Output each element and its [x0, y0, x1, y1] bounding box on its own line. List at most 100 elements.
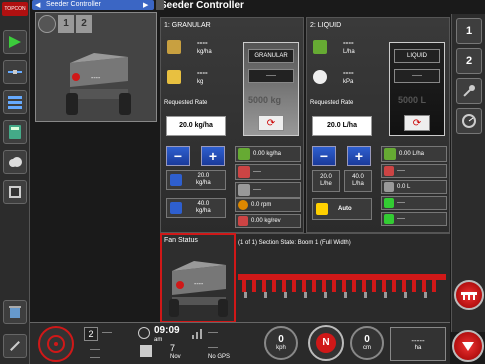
- granular-preset-1-value: 20.0: [197, 173, 210, 179]
- liquid-preset-1[interactable]: 20.0 L/he: [312, 170, 340, 192]
- fan-icon: [238, 200, 248, 210]
- status-dash-3: -----: [90, 355, 100, 361]
- section-state-label: (1 of 1) Section State: Boom 1 (Full Wid…: [238, 240, 351, 246]
- breadcrumb[interactable]: ◀ Seeder Controller ▶: [32, 0, 154, 10]
- nozzle-icon: [384, 214, 394, 224]
- granular-preset-1-unit: kg/ha: [196, 180, 211, 186]
- tab-1[interactable]: 1: [58, 15, 74, 33]
- liquid-panel: 2: LIQUID ---- L/ha ---- kPa Requested R…: [306, 17, 450, 233]
- meter-icon: [384, 166, 394, 176]
- pressure-gauge-icon: [313, 70, 327, 84]
- sprayer-icon: [384, 198, 394, 208]
- guidance-button[interactable]: [3, 30, 27, 54]
- liquid-decrease-button[interactable]: −: [312, 146, 336, 166]
- liquid-info-row-5: ----: [381, 212, 447, 226]
- granular-requested-rate[interactable]: 20.0 kg/ha: [166, 116, 226, 136]
- heading-gauge: 0 cm: [350, 326, 384, 360]
- film-button[interactable]: [3, 180, 27, 204]
- granular-preset-2-value: 40.0: [197, 201, 210, 207]
- steering-wheel-icon: [47, 335, 65, 353]
- calendar-icon: [140, 345, 152, 357]
- right-tab-2[interactable]: 2: [456, 48, 482, 74]
- fan-status-value: ----: [194, 281, 204, 288]
- granular-mass-unit: kg: [197, 79, 204, 85]
- status-dash-1: -----: [102, 330, 112, 336]
- liquid-preset-2[interactable]: 40.0 L/ha: [344, 170, 372, 192]
- liquid-pressure-unit: kPa: [343, 79, 354, 85]
- recycle-button[interactable]: [3, 300, 27, 324]
- granular-actual-rate-row: 0.00 kg/ha: [235, 146, 301, 162]
- liquid-requested-rate[interactable]: 20.0 L/ha: [312, 116, 372, 136]
- liquid-preset-1-value: 20.0: [320, 174, 332, 180]
- back-arrow-icon: ◀: [35, 2, 41, 9]
- granular-increase-button[interactable]: +: [201, 146, 225, 166]
- liquid-refresh-button[interactable]: ⟳: [404, 115, 430, 131]
- seed-icon: [238, 148, 250, 160]
- gear-icon: [238, 216, 248, 226]
- fan-status-panel[interactable]: Fan Status ----: [160, 233, 236, 323]
- granular-preset-2-unit: kg/ha: [196, 208, 211, 214]
- app-title: Seeder Controller: [160, 0, 244, 11]
- compass-button[interactable]: N: [308, 325, 344, 361]
- liquid-drop-icon: [313, 40, 327, 54]
- granular-refresh-button[interactable]: ⟳: [258, 115, 284, 131]
- cloud-button[interactable]: [3, 150, 27, 174]
- granular-decrease-button[interactable]: −: [166, 146, 190, 166]
- breadcrumb-label: Seeder Controller: [46, 1, 101, 8]
- bin-icon: [9, 306, 21, 318]
- mini-preview-panel[interactable]: 1 2 ----: [35, 12, 157, 122]
- granular-info-row-3: ----: [235, 182, 301, 198]
- boom-sections[interactable]: [238, 270, 448, 302]
- liquid-auto-button[interactable]: Auto: [312, 198, 372, 220]
- granular-preset-2[interactable]: 40.0 kg/ha: [166, 198, 226, 218]
- gauge-button[interactable]: [456, 108, 482, 134]
- alarm-icon: [462, 342, 474, 351]
- granular-panel: 1: GRANULAR ---- kg/ha ---- kg Requested…: [160, 17, 304, 233]
- master-switch-button[interactable]: [454, 280, 484, 310]
- meter-icon: [238, 166, 250, 178]
- cart-icon: [238, 184, 250, 196]
- granular-preset-1[interactable]: 20.0 kg/ha: [166, 170, 226, 190]
- chevron-right-icon: ▶: [143, 2, 149, 9]
- topcon-logo: TOPCON: [2, 2, 28, 16]
- wrench-icon: [10, 341, 20, 351]
- tab-2[interactable]: 2: [76, 15, 92, 33]
- date-day: 7: [170, 343, 176, 353]
- bag-icon: [167, 70, 181, 84]
- tools-button[interactable]: [456, 78, 482, 104]
- satellite-button[interactable]: [3, 60, 27, 84]
- compass-north: N: [316, 333, 336, 353]
- steering-button[interactable]: [38, 326, 74, 362]
- liquid-volume-row: 0.0 L: [381, 180, 447, 194]
- layers-icon: [8, 96, 22, 109]
- fan-status-label: Fan Status: [164, 237, 198, 244]
- section-state-panel: (1 of 1) Section State: Boom 1 (Full Wid…: [236, 233, 450, 323]
- granular-mass-value: ----: [197, 68, 208, 77]
- liquid-rate-value: ----: [343, 38, 354, 47]
- liquid-pressure-value: ----: [343, 68, 354, 77]
- liquid-info-row-2: ----: [381, 164, 447, 178]
- liquid-info-row-4: ----: [381, 196, 447, 210]
- granular-product-label: GRANULAR: [248, 49, 294, 63]
- film-icon: [9, 186, 21, 198]
- calculator-button[interactable]: [3, 120, 27, 144]
- gear-icon: [170, 174, 182, 186]
- liquid-preset-2-value: 40.0: [352, 174, 364, 180]
- arrow-icon: [9, 36, 21, 48]
- status-dash-4: -----: [208, 330, 218, 336]
- settings-button[interactable]: [3, 334, 27, 358]
- granular-tank: GRANULAR ----- 5000 kg ⟳: [243, 42, 299, 136]
- liquid-actual-rate-row: 0.00 L/ha: [381, 146, 447, 162]
- right-tab-1[interactable]: 1: [456, 18, 482, 44]
- layers-button[interactable]: [3, 90, 27, 114]
- liquid-product-label: LIQUID: [394, 49, 440, 63]
- refresh-icon: ⟳: [412, 117, 422, 129]
- liquid-increase-button[interactable]: +: [347, 146, 371, 166]
- gauge-icon: [462, 114, 476, 128]
- auto-icon: [316, 203, 328, 215]
- alarm-button[interactable]: [452, 330, 484, 362]
- status-dash-2: -----: [90, 347, 100, 353]
- area-display: ----- ha: [390, 327, 446, 361]
- signal-icon: [192, 327, 204, 339]
- liquid-rate-unit: L/ha: [343, 49, 355, 55]
